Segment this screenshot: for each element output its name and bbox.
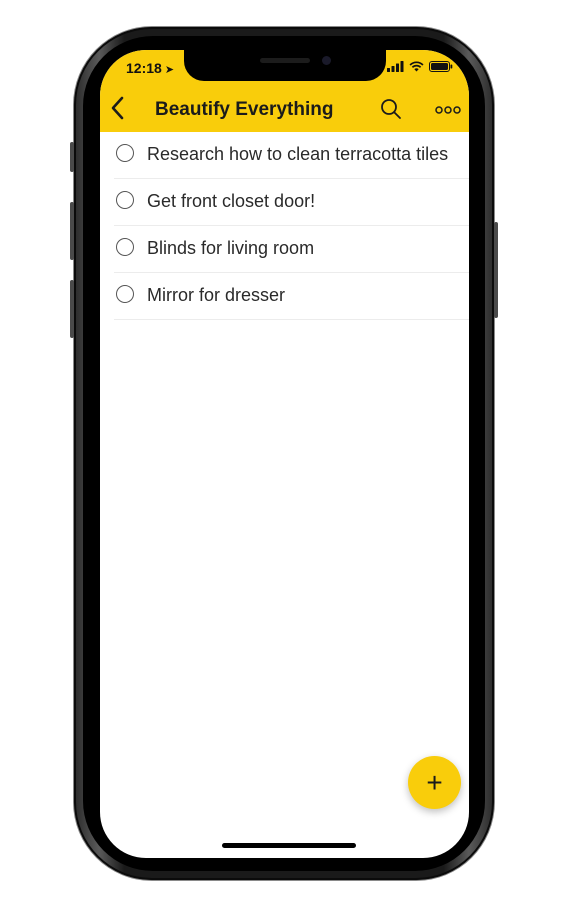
task-label: Blinds for living room — [147, 238, 315, 258]
volume-up-button — [70, 202, 74, 260]
complete-checkbox[interactable] — [116, 285, 134, 303]
list-item[interactable]: Mirror for dresser — [114, 273, 469, 320]
task-list: Research how to clean terracotta tiles G… — [114, 132, 469, 320]
location-arrow-icon: ➤ — [164, 64, 175, 76]
list-item[interactable]: Blinds for living room — [114, 226, 469, 273]
app-screen: 12:18 ➤ Beautify Everything Research how… — [100, 50, 469, 858]
search-icon — [381, 99, 401, 119]
header: 12:18 ➤ Beautify Everything — [100, 50, 469, 132]
front-camera — [322, 56, 331, 65]
more-options-button[interactable] — [435, 103, 461, 115]
wifi-icon — [409, 61, 424, 72]
task-label: Get front closet door! — [147, 191, 316, 211]
home-indicator[interactable] — [222, 843, 356, 848]
complete-checkbox[interactable] — [116, 191, 134, 209]
battery-icon — [429, 61, 453, 72]
back-button[interactable] — [108, 95, 130, 121]
chevron-left-icon — [111, 96, 124, 120]
search-button[interactable] — [379, 97, 403, 121]
complete-checkbox[interactable] — [116, 144, 134, 162]
speaker-grille — [260, 58, 310, 63]
notch — [184, 50, 386, 81]
page-title: Beautify Everything — [155, 99, 334, 120]
add-task-button[interactable]: + — [408, 756, 461, 809]
cellular-signal-icon — [387, 61, 404, 72]
list-item[interactable]: Get front closet door! — [114, 179, 469, 226]
status-time-text: 12:18 — [126, 60, 162, 76]
list-item[interactable]: Research how to clean terracotta tiles — [114, 132, 469, 179]
status-icons — [387, 61, 453, 72]
silent-switch — [70, 142, 74, 172]
complete-checkbox[interactable] — [116, 238, 134, 256]
task-label: Mirror for dresser — [147, 285, 286, 305]
task-label: Research how to clean terracotta tiles — [147, 144, 449, 164]
status-time: 12:18 ➤ — [126, 60, 174, 76]
device-mockup: 12:18 ➤ Beautify Everything Research how… — [0, 0, 568, 900]
plus-icon: + — [426, 766, 443, 798]
volume-down-button — [70, 280, 74, 338]
more-horizontal-icon — [435, 106, 461, 114]
power-button — [494, 222, 498, 318]
